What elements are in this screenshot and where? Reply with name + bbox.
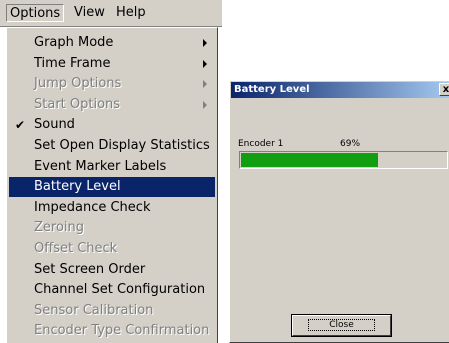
menu-item-label: Channel Set Configuration [34, 282, 206, 297]
battery-progress-fill [241, 153, 378, 167]
menu-item-label: Sound [34, 117, 75, 132]
menu-item-label: Event Marker Labels [34, 159, 167, 174]
menu-item-sound[interactable]: ✔ Sound [9, 115, 215, 135]
menu-item-label: Encoder Type Confirmation [34, 323, 210, 338]
menu-item-jump-options: Jump Options [9, 74, 215, 94]
menubar-options[interactable]: Options [6, 4, 65, 22]
menu-bar: Options View Help [0, 0, 222, 27]
menu-item-channel-set-configuration[interactable]: Channel Set Configuration [9, 280, 215, 300]
submenu-arrow-icon [203, 60, 207, 68]
battery-percent: 69% [340, 139, 361, 149]
menu-item-battery-level[interactable]: Battery Level [9, 177, 215, 197]
menu-item-label: Graph Mode [34, 35, 114, 50]
menu-item-graph-mode[interactable]: Graph Mode [9, 33, 215, 53]
menu-item-label: Set Open Display Statistics [34, 138, 210, 153]
checkmark-icon: ✔ [15, 118, 26, 132]
menubar-view[interactable]: View [70, 4, 109, 22]
submenu-arrow-icon [203, 80, 207, 88]
menu-item-set-open-display-statistics[interactable]: Set Open Display Statistics [9, 136, 215, 156]
menu-item-label: Set Screen Order [34, 262, 146, 277]
menu-item-sensor-calibration: Sensor Calibration [9, 301, 215, 321]
menu-item-start-options: Start Options [9, 95, 215, 115]
menu-item-impedance-check[interactable]: Impedance Check [9, 198, 215, 218]
menu-item-label: Time Frame [34, 56, 111, 71]
menubar-help[interactable]: Help [112, 4, 150, 22]
menu-item-event-marker-labels[interactable]: Event Marker Labels [9, 157, 215, 177]
options-menu: Graph Mode Time Frame Jump Options Start Op… [6, 27, 218, 343]
dialog-titlebar[interactable]: Battery Level x [231, 82, 449, 98]
submenu-arrow-icon [203, 39, 207, 47]
battery-level-dialog: Battery Level x Encoder 1 69% Close [229, 80, 449, 343]
battery-progress-bar [239, 151, 448, 169]
close-icon[interactable]: x [439, 83, 449, 96]
menu-item-label: Battery Level [34, 179, 121, 194]
menu-item-label: Jump Options [34, 76, 122, 91]
menu-item-label: Sensor Calibration [34, 303, 154, 318]
menu-item-label: Impedance Check [34, 200, 151, 215]
menu-item-label: Zeroing [34, 220, 85, 235]
menu-item-label: Offset Check [34, 241, 118, 256]
menu-item-time-frame[interactable]: Time Frame [9, 54, 215, 74]
menu-item-encoder-type-confirmation: Encoder Type Confirmation [9, 321, 215, 341]
menu-item-set-screen-order[interactable]: Set Screen Order [9, 260, 215, 280]
menu-item-offset-check: Offset Check [9, 239, 215, 259]
menu-item-label: Start Options [34, 97, 121, 112]
close-button[interactable]: Close [291, 314, 392, 337]
submenu-arrow-icon [203, 101, 207, 109]
close-button-label: Close [308, 319, 375, 331]
encoder-label: Encoder 1 [238, 139, 284, 149]
menu-item-zeroing: Zeroing [9, 218, 215, 238]
dialog-title: Battery Level [234, 84, 310, 95]
